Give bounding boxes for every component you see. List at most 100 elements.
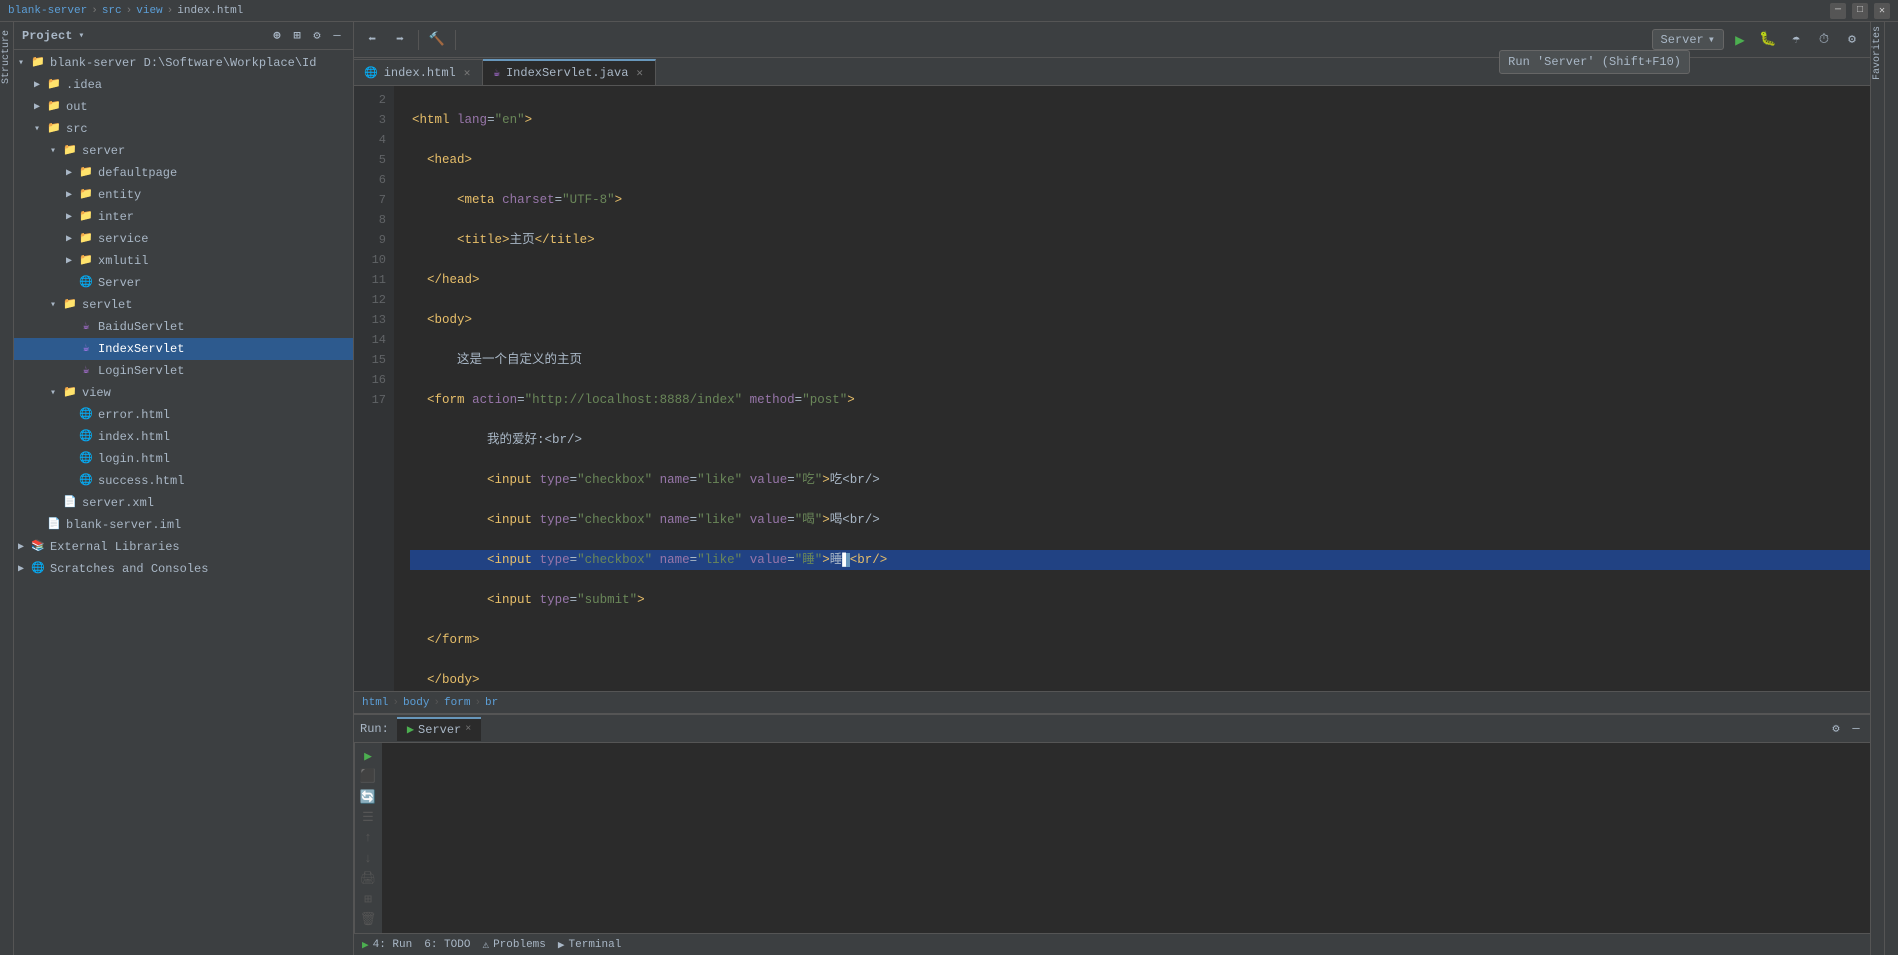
tab-index-html[interactable]: 🌐 index.html ✕ <box>354 59 483 85</box>
tree-item-scratches[interactable]: ▶ 🌐 Scratches and Consoles <box>14 558 353 580</box>
tree-item-server-folder[interactable]: ▾ 📁 server <box>14 140 353 162</box>
tab-index-servlet[interactable]: ☕ IndexServlet.java ✕ <box>483 59 656 85</box>
run-panel-row: ▶ ⬛ 🔄 ☰ ↑ ↓ 🖨 ⊞ 🗑 <box>354 743 1870 933</box>
run-prev-btn: ↑ <box>357 829 379 847</box>
settings-btn[interactable]: ⚙ <box>1840 28 1864 52</box>
tree-label-success-html: success.html <box>98 474 184 488</box>
tree-item-service[interactable]: ▶ 📁 service <box>14 228 353 250</box>
tree-arrow-scratches: ▶ <box>18 563 30 575</box>
title-bar-controls: ─ □ ✕ <box>1830 3 1890 19</box>
tree-item-success-html[interactable]: ▶ 🌐 success.html <box>14 470 353 492</box>
title-src[interactable]: src <box>102 5 122 17</box>
structure-sidebar[interactable]: Structure <box>0 22 14 955</box>
code-line-9: <form action="http://localhost:8888/inde… <box>410 390 1870 410</box>
minimize-icon[interactable]: ─ <box>1830 3 1846 19</box>
tree-item-login-html[interactable]: ▶ 🌐 login.html <box>14 448 353 470</box>
forward-btn[interactable]: ➡ <box>388 28 412 52</box>
coverage-btn[interactable]: ☂ <box>1784 28 1808 52</box>
project-dropdown-icon[interactable]: ▾ <box>78 30 84 42</box>
favorites-sidebar[interactable]: Favorites <box>1870 22 1884 955</box>
main-container: Structure Project ▾ ⊕ ⊞ ⚙ ─ ▾ 📁 blank-se… <box>0 22 1898 955</box>
run-stop-btn-1[interactable]: ⬛ <box>357 767 379 785</box>
tree-item-xmlutil[interactable]: ▶ 📁 xmlutil <box>14 250 353 272</box>
run-tab-bar: Run: ▶ Server × ⚙ ─ <box>354 715 1870 743</box>
run-config-selector[interactable]: Server ▾ <box>1652 29 1724 50</box>
code-line-10: 我的爱好:<br/> <box>410 430 1870 450</box>
tree-item-server-class[interactable]: ▶ 🌐 Server <box>14 272 353 294</box>
code-line-15: </form> <box>410 630 1870 650</box>
panel-settings-icon[interactable]: ⚙ <box>309 28 325 44</box>
run-tab-link[interactable]: ▶ 4: Run <box>362 938 412 952</box>
tree-item-ext-libs[interactable]: ▶ 📚 External Libraries <box>14 536 353 558</box>
folder-inter-icon: 📁 <box>78 209 94 225</box>
profile-btn[interactable]: ⏱ <box>1812 28 1836 52</box>
run-play-btn[interactable]: ▶ <box>357 747 379 765</box>
breadcrumb-body[interactable]: body <box>403 697 429 709</box>
title-project[interactable]: blank-server <box>8 5 87 17</box>
tree-label-ext-libs: External Libraries <box>50 540 180 554</box>
tree-label-login-servlet: LoginServlet <box>98 364 184 378</box>
build-btn[interactable]: 🔨 <box>425 28 449 52</box>
tab-html-icon: 🌐 <box>364 66 378 80</box>
tree-item-idea[interactable]: ▶ 📁 .idea <box>14 74 353 96</box>
breadcrumb-br[interactable]: br <box>485 697 498 709</box>
close-icon[interactable]: ✕ <box>1874 3 1890 19</box>
tree-item-error-html[interactable]: ▶ 🌐 error.html <box>14 404 353 426</box>
panel-layout-icon[interactable]: ⊞ <box>289 28 305 44</box>
tree-item-baidu-servlet[interactable]: ▶ ☕ BaiduServlet <box>14 316 353 338</box>
tree-item-login-servlet[interactable]: ▶ ☕ LoginServlet <box>14 360 353 382</box>
run-tab-server[interactable]: ▶ Server × <box>397 717 481 741</box>
tree-item-server-xml[interactable]: ▶ 📄 server.xml <box>14 492 353 514</box>
tab-label-index-servlet: IndexServlet.java <box>506 66 628 80</box>
index-servlet-icon: ☕ <box>78 341 94 357</box>
terminal-icon: ▶ <box>558 938 565 952</box>
code-line-2: <html lang="en"> <box>410 110 1870 130</box>
tree-item-defaultpage[interactable]: ▶ 📁 defaultpage <box>14 162 353 184</box>
breadcrumb-html[interactable]: html <box>362 697 388 709</box>
error-html-icon: 🌐 <box>78 407 94 423</box>
folder-src-icon: 📁 <box>46 121 62 137</box>
back-btn[interactable]: ⬅ <box>360 28 384 52</box>
panel-close-icon[interactable]: ─ <box>329 28 345 44</box>
tree-item-index-html[interactable]: ▶ 🌐 index.html <box>14 426 353 448</box>
problems-link[interactable]: ⚠ Problems <box>482 938 545 952</box>
tab-close-index-html[interactable]: ✕ <box>462 66 473 80</box>
run-tab-server-label: Server <box>418 723 461 737</box>
title-view[interactable]: view <box>136 5 162 17</box>
tree-label-iml: blank-server.iml <box>66 518 181 532</box>
editor-container: ⬅ ➡ 🔨 Server ▾ ▶ 🐛 ☂ ⏱ ⚙ Run 'Server' (S… <box>354 22 1870 955</box>
breadcrumb-form[interactable]: form <box>444 697 470 709</box>
tree-item-project[interactable]: ▾ 📁 blank-server D:\Software\Workplace\I… <box>14 52 353 74</box>
ext-libs-icon: 📚 <box>30 539 46 555</box>
run-trash-btn: 🗑 <box>357 911 379 929</box>
tree-item-view[interactable]: ▾ 📁 view <box>14 382 353 404</box>
terminal-link[interactable]: ▶ Terminal <box>558 938 621 952</box>
code-line-14: <input type="submit"> <box>410 590 1870 610</box>
structure-label[interactable]: Structure <box>1 26 12 88</box>
run-settings-icon[interactable]: ⚙ <box>1828 721 1844 737</box>
tree-item-inter[interactable]: ▶ 📁 inter <box>14 206 353 228</box>
tree-label-index-html: index.html <box>98 430 170 444</box>
code-editor[interactable]: <html lang="en"> <head> <meta charset="U… <box>394 86 1870 691</box>
tree-item-servlet[interactable]: ▾ 📁 servlet <box>14 294 353 316</box>
favorites-label[interactable]: Favorites <box>1872 22 1883 84</box>
run-tab-close[interactable]: × <box>465 724 471 735</box>
tree-arrow-idea: ▶ <box>34 79 46 91</box>
panel-scope-icon[interactable]: ⊕ <box>269 28 285 44</box>
run-minimize-icon[interactable]: ─ <box>1848 721 1864 737</box>
run-btn[interactable]: ▶ <box>1728 28 1752 52</box>
tree-item-out[interactable]: ▶ 📁 out <box>14 96 353 118</box>
tree-item-index-servlet[interactable]: ▶ ☕ IndexServlet <box>14 338 353 360</box>
tree-label-src: src <box>66 122 88 136</box>
todo-tab-link[interactable]: 6: TODO <box>424 939 470 951</box>
run-toolbar: ▶ ⬛ 🔄 ☰ ↑ ↓ 🖨 ⊞ 🗑 <box>354 743 382 933</box>
tab-close-index-servlet[interactable]: ✕ <box>634 66 645 80</box>
restore-icon[interactable]: □ <box>1852 3 1868 19</box>
debug-btn[interactable]: 🐛 <box>1756 28 1780 52</box>
tree-item-entity[interactable]: ▶ 📁 entity <box>14 184 353 206</box>
tree-arrow-xmlutil: ▶ <box>66 255 78 267</box>
tree-arrow-inter: ▶ <box>66 211 78 223</box>
tree-label-servlet: servlet <box>82 298 132 312</box>
tree-item-src[interactable]: ▾ 📁 src <box>14 118 353 140</box>
tree-item-iml[interactable]: ▶ 📄 blank-server.iml <box>14 514 353 536</box>
